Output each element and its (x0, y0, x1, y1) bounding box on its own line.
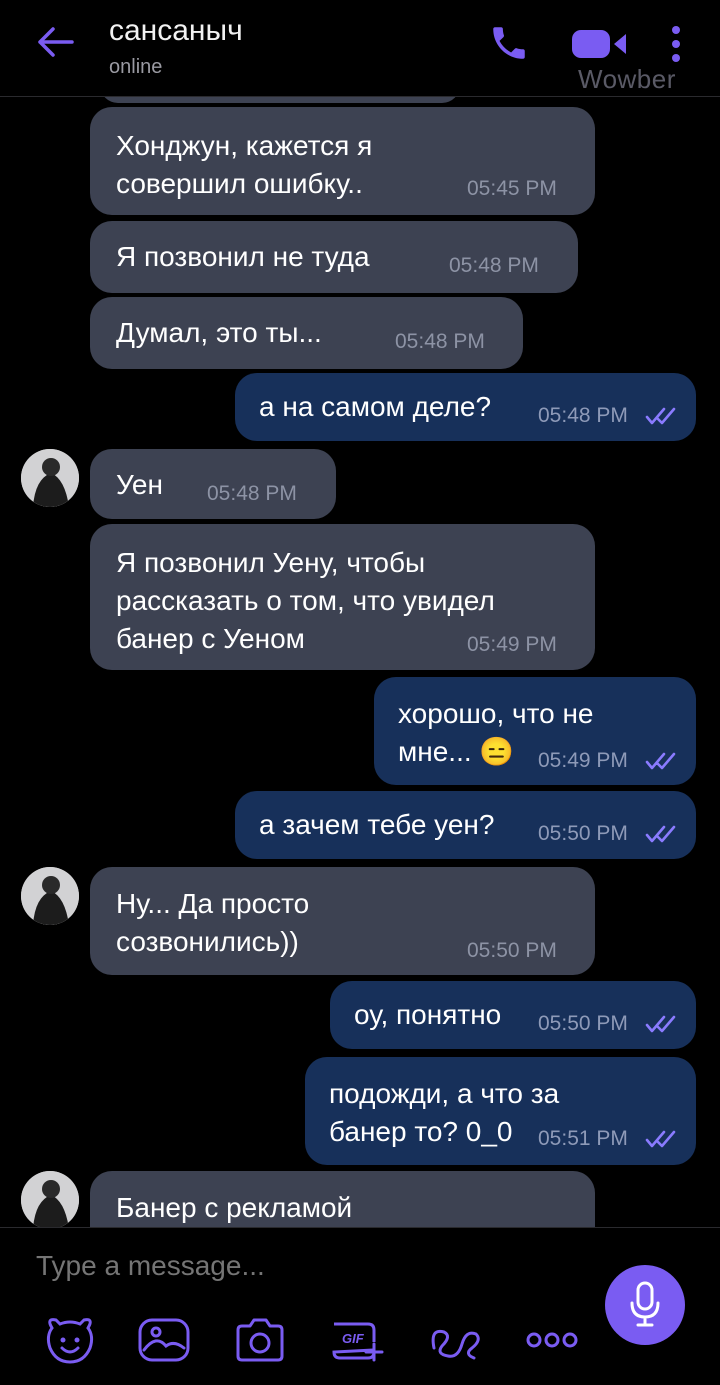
read-check-icon (645, 752, 676, 770)
gallery-icon[interactable] (136, 1314, 192, 1366)
read-check-icon (645, 407, 676, 425)
more-horizontal-icon[interactable] (524, 1314, 580, 1366)
video-call-icon[interactable] (570, 28, 630, 60)
message-text: а на самом деле? (259, 391, 492, 422)
back-arrow-icon[interactable] (36, 26, 74, 58)
camera-icon[interactable] (232, 1314, 288, 1366)
message-text-line: совершил ошибку.. (116, 168, 363, 199)
message-text-line: банер то? 0_0 (329, 1116, 513, 1147)
message-text-line: созвонились)) (116, 926, 299, 957)
message-text-line: хорошо, что не (398, 698, 594, 729)
message-time: 05:48 PM (395, 330, 485, 353)
read-check-icon (645, 1130, 676, 1148)
message-text: Думал, это ты... (116, 317, 322, 348)
voice-record-button[interactable] (605, 1265, 685, 1345)
message-bubble-outgoing[interactable]: оу, понятно 05:50 PM (330, 981, 696, 1049)
doodle-icon[interactable] (428, 1314, 484, 1366)
message-composer: GIF (0, 1227, 720, 1385)
message-time: 05:45 PM (467, 177, 557, 200)
message-text-line: Ну... Да просто (116, 888, 310, 919)
message-bubble-outgoing[interactable]: подожди, а что за банер то? 0_0 05:51 PM (305, 1057, 696, 1165)
contact-name[interactable]: сансаныч (109, 14, 243, 48)
message-text: оу, понятно (354, 999, 502, 1030)
message-bubble-outgoing[interactable]: хорошо, что не мне... 😑 05:49 PM (374, 677, 696, 785)
chat-header: сансаныч online Wowber (0, 0, 720, 97)
message-time: 05:48 PM (449, 254, 539, 277)
message-bubble-outgoing[interactable]: а на самом деле? 05:48 PM (235, 373, 696, 441)
message-text-line: Я позвонил Уену, чтобы (116, 547, 426, 578)
message-bubble-incoming[interactable]: Ну... Да просто созвонились)) 05:50 PM (90, 867, 595, 975)
message-time: 05:49 PM (467, 633, 557, 656)
message-text-line: подожди, а что за (329, 1078, 560, 1109)
message-bubble-outgoing[interactable]: а зачем тебе уен? 05:50 PM (235, 791, 696, 859)
message-text: Я позвонил не туда (116, 241, 370, 272)
message-text: Банер с рекламой (116, 1192, 353, 1223)
contact-avatar[interactable] (21, 1171, 79, 1227)
message-text-line: рассказать о том, что увидел (116, 585, 495, 616)
contact-avatar[interactable] (21, 867, 79, 925)
message-time: 05:50 PM (538, 822, 628, 845)
gif-label: GIF (342, 1331, 364, 1346)
message-time: 05:48 PM (207, 482, 297, 505)
microphone-icon (630, 1281, 660, 1327)
message-bubble-incoming[interactable]: Я позвонил Уену, чтобы рассказать о том,… (90, 524, 595, 670)
message-bubble-incoming[interactable]: Хонджун, кажется я совершил ошибку.. 05:… (90, 107, 595, 215)
watermark-text: Wowber (578, 64, 676, 94)
message-bubble-incoming[interactable]: Банер с рекламой (90, 1171, 595, 1227)
message-bubble-incoming[interactable]: Я позвонил не туда 05:48 PM (90, 221, 578, 293)
read-check-icon (645, 1015, 676, 1033)
gif-button[interactable]: GIF (330, 1314, 386, 1366)
message-text-line: банер с Уеном (116, 623, 305, 654)
phone-icon[interactable] (488, 22, 530, 64)
message-time: 05:49 PM (538, 749, 628, 772)
sticker-icon[interactable] (42, 1314, 98, 1366)
more-vertical-icon[interactable] (668, 24, 684, 64)
contact-status: online (109, 56, 163, 78)
message-text: Уен (116, 469, 163, 500)
message-time: 05:50 PM (467, 939, 557, 962)
message-time: 05:48 PM (538, 404, 628, 427)
message-bubble-incoming[interactable]: Уен 05:48 PM (90, 449, 336, 519)
message-time: 05:50 PM (538, 1012, 628, 1035)
message-bubble-incoming[interactable]: Думал, это ты... 05:48 PM (90, 297, 523, 369)
contact-avatar[interactable] (21, 449, 79, 507)
read-check-icon (645, 825, 676, 843)
message-time: 05:51 PM (538, 1127, 628, 1150)
message-input[interactable] (36, 1250, 516, 1282)
message-list[interactable]: Хонджун, кажется я совершил ошибку.. 05:… (0, 97, 720, 1227)
message-text: а зачем тебе уен? (259, 809, 495, 840)
partial-message-bubble (100, 97, 460, 103)
message-text-line: Хонджун, кажется я (116, 130, 373, 161)
